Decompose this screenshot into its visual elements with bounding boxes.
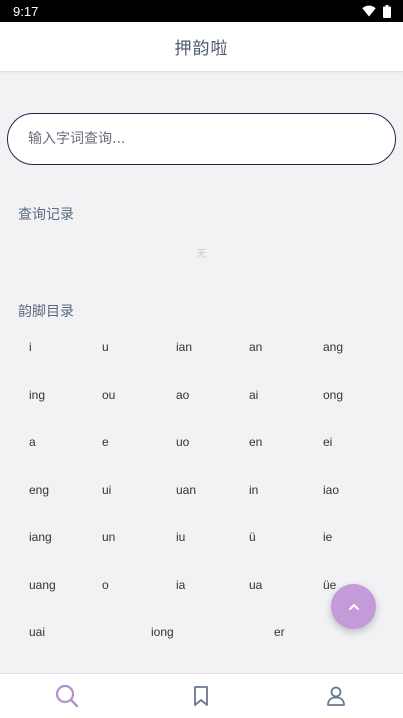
rhyme-item[interactable]: in: [249, 483, 258, 497]
rhyme-item[interactable]: ü: [249, 530, 256, 544]
search-input[interactable]: [28, 131, 368, 147]
rhyme-item[interactable]: ao: [176, 388, 189, 402]
rhyme-item[interactable]: uai: [29, 625, 45, 639]
rhyme-item[interactable]: ian: [176, 340, 192, 354]
rhyme-row: a e uo en ei: [0, 425, 403, 473]
nav-search[interactable]: [0, 674, 134, 718]
app-bar: 押韵啦: [0, 22, 403, 72]
bottom-nav: [0, 673, 403, 718]
scroll-to-top-button[interactable]: [331, 584, 376, 629]
rhyme-item[interactable]: ing: [29, 388, 45, 402]
search-box[interactable]: [7, 113, 396, 165]
rhyme-index-title: 韵脚目录: [18, 304, 74, 320]
rhyme-item[interactable]: iao: [323, 483, 339, 497]
nav-profile[interactable]: [269, 674, 403, 718]
rhyme-item[interactable]: ia: [176, 578, 185, 592]
rhyme-item[interactable]: ei: [323, 435, 332, 449]
rhyme-item[interactable]: iang: [29, 530, 52, 544]
rhyme-item[interactable]: ou: [102, 388, 115, 402]
history-empty-text: 无: [196, 249, 207, 260]
battery-icon: [383, 4, 391, 18]
rhyme-item[interactable]: ie: [323, 530, 332, 544]
rhyme-item[interactable]: o: [102, 578, 109, 592]
app-title: 押韵啦: [174, 39, 229, 59]
rhyme-item[interactable]: eng: [29, 483, 49, 497]
status-icons: [362, 4, 391, 18]
rhyme-item[interactable]: ai: [249, 388, 258, 402]
rhyme-item[interactable]: an: [249, 340, 262, 354]
person-icon: [326, 686, 345, 706]
chevron-up-icon: [348, 603, 359, 610]
rhyme-row: i u ian an ang: [0, 330, 403, 378]
status-time: 9:17: [13, 3, 39, 19]
rhyme-item[interactable]: üe: [323, 578, 336, 592]
rhyme-item[interactable]: ang: [323, 340, 343, 354]
rhyme-item[interactable]: e: [102, 435, 109, 449]
rhyme-item[interactable]: ua: [249, 578, 262, 592]
nav-bookmark[interactable]: [134, 674, 268, 718]
bookmark-icon: [194, 686, 209, 706]
rhyme-item[interactable]: un: [102, 530, 115, 544]
rhyme-item[interactable]: a: [29, 435, 36, 449]
history-section-title: 查询记录: [18, 207, 74, 223]
rhyme-item[interactable]: iu: [176, 530, 185, 544]
rhyme-item[interactable]: iong: [151, 625, 174, 639]
rhyme-item[interactable]: i: [29, 340, 32, 354]
status-bar: 9:17: [0, 0, 403, 22]
rhyme-item[interactable]: uan: [176, 483, 196, 497]
rhyme-row: iang un iu ü ie: [0, 520, 403, 568]
search-icon: [56, 684, 79, 708]
rhyme-item[interactable]: uang: [29, 578, 56, 592]
rhyme-item[interactable]: er: [274, 625, 285, 639]
rhyme-item[interactable]: en: [249, 435, 262, 449]
wifi-icon: [362, 5, 376, 17]
rhyme-item[interactable]: u: [102, 340, 109, 354]
rhyme-item[interactable]: ong: [323, 388, 343, 402]
rhyme-item[interactable]: ui: [102, 483, 111, 497]
rhyme-row: ing ou ao ai ong: [0, 378, 403, 426]
rhyme-row: eng ui uan in iao: [0, 473, 403, 521]
rhyme-item[interactable]: uo: [176, 435, 189, 449]
